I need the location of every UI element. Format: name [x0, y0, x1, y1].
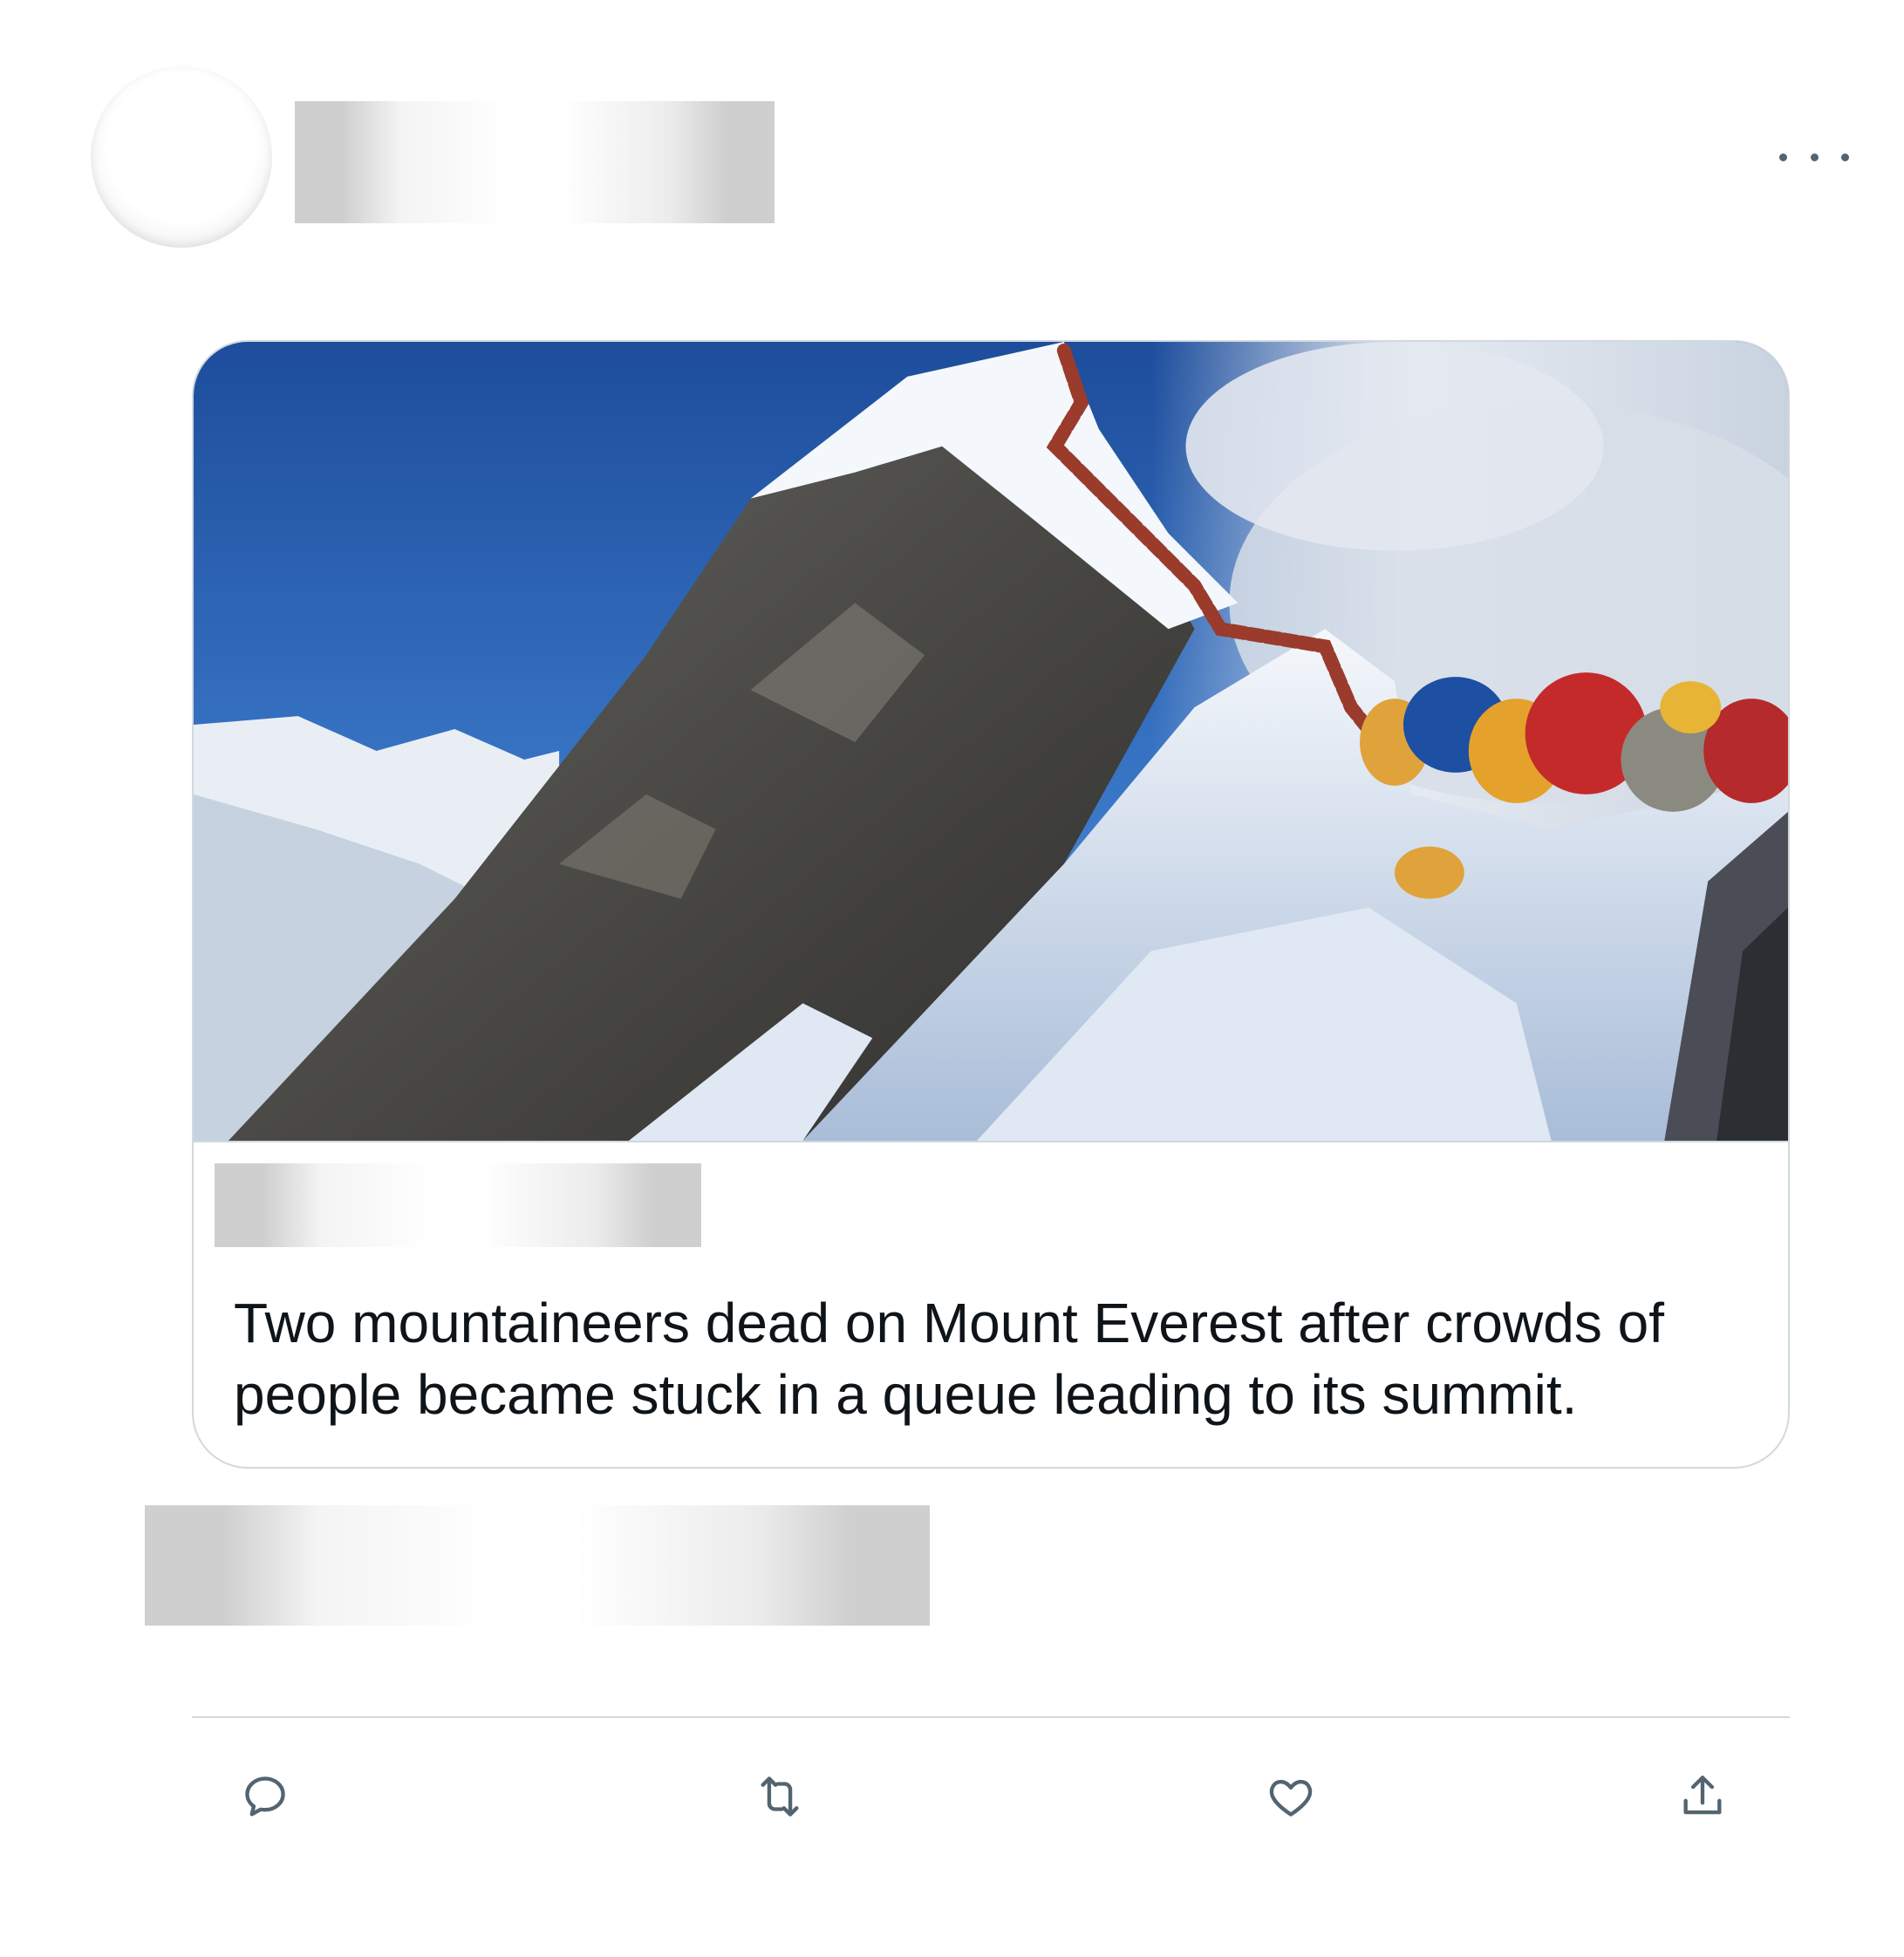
heart-icon — [1269, 1779, 1313, 1817]
reply-icon — [245, 1776, 285, 1817]
timestamp-redacted — [145, 1505, 930, 1626]
more-horizontal-icon-dot — [1841, 153, 1849, 161]
card-title: Two mountaineers dead on Mount Everest a… — [234, 1292, 1664, 1426]
share-button[interactable] — [1676, 1770, 1729, 1823]
avatar[interactable] — [91, 66, 272, 248]
more-horizontal-icon-dot — [1810, 153, 1819, 161]
share-icon — [1683, 1776, 1722, 1815]
divider — [192, 1716, 1790, 1718]
more-horizontal-icon — [1779, 153, 1787, 161]
mount-everest-photo — [194, 342, 1788, 1141]
retweet-icon — [761, 1776, 799, 1817]
reply-button[interactable] — [239, 1770, 291, 1823]
more-options-button[interactable] — [1779, 140, 1849, 174]
card-source-redacted — [215, 1163, 701, 1247]
author-name-redacted — [295, 101, 775, 223]
like-button[interactable] — [1265, 1770, 1317, 1823]
retweet-button[interactable] — [754, 1770, 806, 1823]
link-card[interactable]: Two mountaineers dead on Mount Everest a… — [192, 340, 1790, 1469]
tweet-container: Two mountaineers dead on Mount Everest a… — [0, 0, 1904, 1957]
card-image[interactable] — [194, 342, 1788, 1142]
